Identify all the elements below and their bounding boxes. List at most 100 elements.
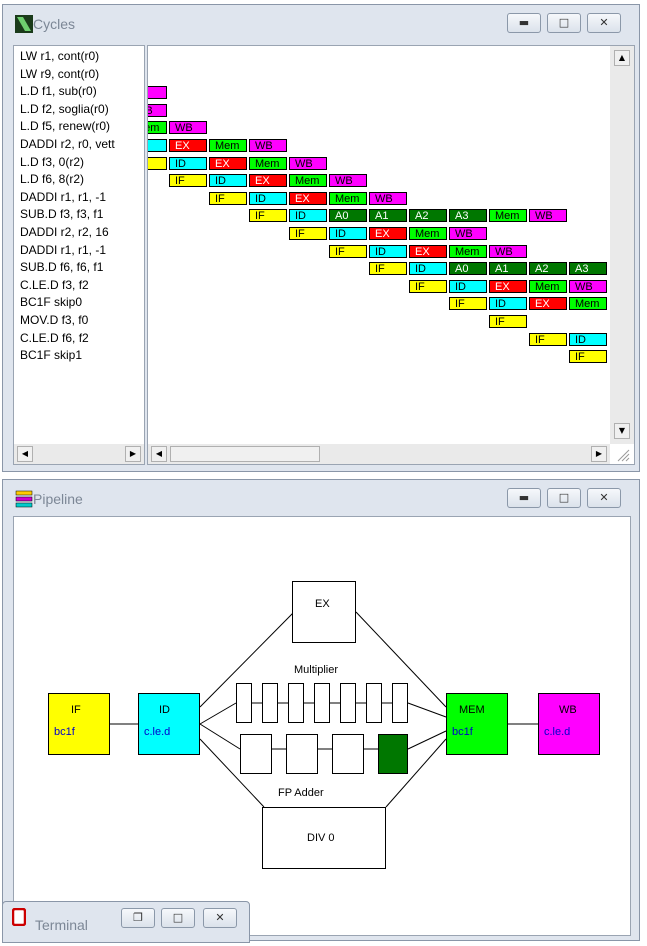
stage-cell: ID: [249, 191, 287, 205]
stage-cell: Mem: [489, 209, 527, 223]
mem-stage-instruction: bc1f: [452, 726, 473, 738]
scroll-thumb[interactable]: [170, 446, 320, 462]
instruction-item[interactable]: SUB.D f6, f6, f1: [20, 260, 103, 274]
stage-cell: A3: [569, 262, 607, 276]
instruction-item[interactable]: C.LE.D f6, f2: [20, 331, 89, 345]
maximize-icon[interactable]: □: [547, 13, 581, 33]
instruction-list-pane: LW r1, cont(r0) LW r9, cont(r0) L.D f1, su…: [13, 45, 145, 465]
stage-cell: Mem: [148, 121, 167, 135]
instruction-item[interactable]: BC1F skip0: [20, 295, 82, 309]
stage-cell: WB: [289, 156, 327, 170]
multiplier-stage: [392, 683, 408, 723]
fp-adder-label: FP Adder: [278, 787, 324, 799]
minimize-icon[interactable]: ▬: [507, 488, 541, 508]
multiplier-stage: [366, 683, 382, 723]
cycles-title: Cycles: [33, 16, 76, 32]
stage-cell: ID: [148, 139, 167, 152]
instruction-item[interactable]: DADDI r1, r1, -1: [20, 243, 106, 257]
stage-cell: IF: [569, 350, 607, 364]
instruction-item[interactable]: MOV.D f3, f0: [20, 313, 88, 327]
pipeline-diagram: IF bc1f ID c.le.d EX Multiplier FP Adder…: [13, 516, 631, 936]
stage-cell: ID: [449, 279, 487, 293]
scroll-up-icon[interactable]: ▲: [614, 50, 630, 66]
stage-cell: A0: [329, 209, 367, 223]
close-icon[interactable]: ✕: [587, 13, 621, 33]
stage-cell: WB: [369, 191, 407, 205]
instruction-item[interactable]: BC1F skip1: [20, 348, 82, 362]
close-icon[interactable]: ✕: [587, 488, 621, 508]
instruction-item[interactable]: DADDI r1, r1, -1: [20, 190, 106, 204]
stage-cell: A1: [369, 209, 407, 223]
stage-cell: WB: [529, 209, 567, 223]
instruction-item[interactable]: LW r9, cont(r0): [20, 67, 99, 81]
stage-cell: IF: [209, 191, 247, 205]
stage-cell: WB: [569, 279, 607, 293]
if-stage-label: IF: [71, 704, 81, 716]
instruction-item[interactable]: L.D f3, 0(r2): [20, 155, 84, 169]
stage-cell: Mem: [529, 279, 567, 293]
stage-cell: ID: [569, 332, 607, 346]
stage-cell: WB: [329, 174, 367, 188]
scroll-right-icon[interactable]: ▶: [125, 446, 141, 462]
instruction-item[interactable]: L.D f5, renew(r0): [20, 119, 110, 133]
scroll-down-icon[interactable]: ▼: [614, 423, 630, 439]
cycles-hscrollbar[interactable]: ◀ ▶: [148, 444, 610, 464]
instruction-item[interactable]: DADDI r2, r2, 16: [20, 225, 109, 239]
cycles-window: Cycles ▬ □ ✕ LW r1, cont(r0) LW r9, cont(…: [2, 4, 640, 472]
mem-stage-box: MEM bc1f: [446, 693, 508, 755]
fp-adder-stage: [286, 734, 318, 774]
pipeline-titlebar[interactable]: Pipeline ▬ □ ✕: [3, 480, 639, 516]
stage-cell: A2: [409, 209, 447, 223]
stage-cell: A0: [449, 262, 487, 276]
stage-cell: EX: [169, 139, 207, 152]
stage-cell: IF: [249, 209, 287, 223]
instruction-item[interactable]: L.D f2, soglia(r0): [20, 102, 109, 116]
stage-cell: Mem: [249, 156, 287, 170]
terminal-title: Terminal: [35, 917, 88, 933]
stage-cell: Mem: [329, 191, 367, 205]
stage-cell: IF: [449, 297, 487, 311]
terminal-window[interactable]: Terminal ❐ □ ✕: [2, 901, 250, 943]
maximize-icon[interactable]: □: [547, 488, 581, 508]
instruction-list-hscrollbar[interactable]: ◀ ▶: [14, 444, 144, 464]
instruction-item[interactable]: SUB.D f3, f3, f1: [20, 207, 103, 221]
id-stage-box: ID c.le.d: [138, 693, 200, 755]
cycles-vscrollbar[interactable]: ▲ ▼: [610, 46, 634, 444]
multiplier-stage: [262, 683, 278, 723]
stage-cell: EX: [289, 191, 327, 205]
stage-cell: Mem: [289, 174, 327, 188]
stage-cell: IF: [148, 156, 167, 170]
instruction-item[interactable]: DADDI r2, r0, vett: [20, 137, 115, 151]
multiplier-stage: [340, 683, 356, 723]
instruction-item[interactable]: C.LE.D f3, f2: [20, 278, 89, 292]
stage-cell: WB: [489, 244, 527, 258]
resize-grip-icon[interactable]: [616, 448, 630, 462]
instruction-item[interactable]: L.D f6, 8(r2): [20, 172, 84, 186]
stage-cell: EX: [209, 156, 247, 170]
stage-cell: A1: [489, 262, 527, 276]
stage-cell: IF: [409, 279, 447, 293]
stage-cell: WB: [169, 121, 207, 135]
maximize-icon[interactable]: □: [161, 908, 195, 928]
stage-cell: EX: [249, 174, 287, 188]
close-icon[interactable]: ✕: [203, 908, 237, 928]
scroll-left-icon[interactable]: ◀: [151, 446, 167, 462]
stage-cell: IF: [329, 244, 367, 258]
stage-cell: WB: [249, 139, 287, 152]
cycles-app-icon: [15, 15, 33, 33]
stage-cell: ID: [209, 174, 247, 188]
cycles-titlebar[interactable]: Cycles ▬ □ ✕: [3, 5, 639, 41]
stage-cell: ID: [409, 262, 447, 276]
restore-icon[interactable]: ❐: [121, 908, 155, 928]
instruction-item[interactable]: LW r1, cont(r0): [20, 49, 99, 63]
multiplier-stage: [236, 683, 252, 723]
div-stage-label: DIV 0: [307, 832, 335, 844]
instruction-item[interactable]: L.D f1, sub(r0): [20, 84, 97, 98]
stage-cell: IF: [169, 174, 207, 188]
minimize-icon[interactable]: ▬: [507, 13, 541, 33]
multiplier-stage: [314, 683, 330, 723]
scroll-left-icon[interactable]: ◀: [17, 446, 33, 462]
scroll-right-icon[interactable]: ▶: [591, 446, 607, 462]
wb-stage-box: WB c.le.d: [538, 693, 600, 755]
stage-cell: ID: [289, 209, 327, 223]
